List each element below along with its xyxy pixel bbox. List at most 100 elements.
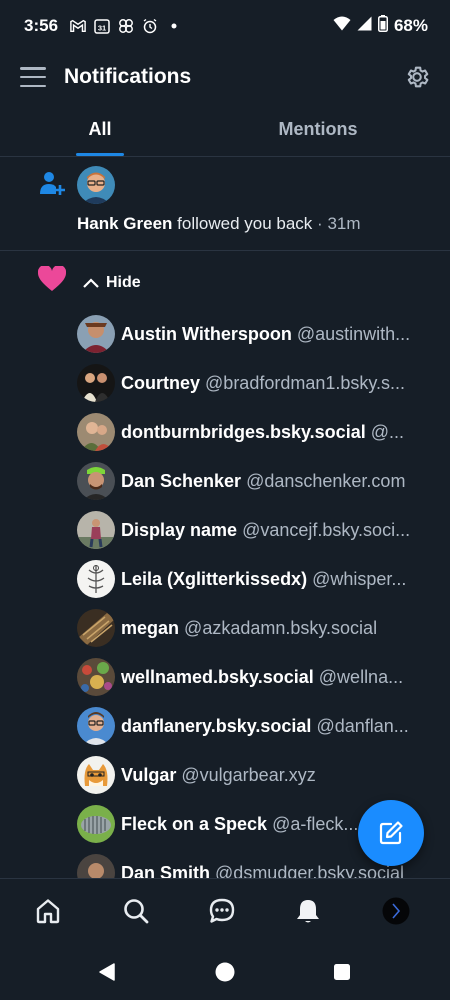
avatar: [77, 805, 115, 843]
user-handle: @danflan...: [316, 715, 409, 736]
avatar: [77, 413, 115, 451]
list-item[interactable]: Dan Schenker @danschenker.com: [77, 461, 437, 501]
status-bar: 3:56 31 68%: [0, 0, 450, 52]
page-title: Notifications: [64, 65, 192, 88]
list-item[interactable]: Austin Witherspoon @austinwith...: [77, 314, 437, 354]
home-button[interactable]: [211, 958, 239, 986]
user-name: Vulgar: [121, 764, 177, 785]
list-item[interactable]: Courtney @bradfordman1.bsky.s...: [77, 363, 437, 403]
tab-mentions[interactable]: Mentions: [200, 102, 436, 156]
user-handle: @danschenker.com: [246, 470, 406, 491]
user-name: dontburnbridges.bsky.social: [121, 421, 366, 442]
follow-notification[interactable]: [0, 156, 450, 251]
user-handle: @bradfordman1.bsky.s...: [205, 372, 406, 393]
follower-name[interactable]: Hank Green: [77, 214, 172, 233]
user-handle: @whisper...: [312, 568, 407, 589]
compose-button[interactable]: [358, 800, 424, 866]
nav-notifications[interactable]: [292, 895, 324, 927]
list-item[interactable]: Vulgar @vulgarbear.xyz: [77, 755, 437, 795]
user-handle: @azkadamn.bsky.social: [184, 617, 378, 638]
avatar: [382, 897, 410, 925]
user-name: wellnamed.bsky.social: [121, 666, 314, 687]
user-name: Courtney: [121, 372, 201, 393]
user-name: Fleck on a Speck: [121, 813, 268, 834]
user-name: megan: [121, 617, 180, 638]
tab-mentions-label: Mentions: [278, 118, 358, 139]
alarm-icon: [142, 18, 158, 34]
nav-search[interactable]: [120, 895, 152, 927]
nav-messages[interactable]: [206, 895, 238, 927]
calendar-icon: 31: [94, 18, 110, 34]
avatar: [77, 315, 115, 353]
list-item[interactable]: megan @azkadamn.bsky.social: [77, 608, 437, 648]
dot-icon: [166, 18, 182, 34]
recents-button[interactable]: [328, 958, 356, 986]
avatar: [77, 462, 115, 500]
hide-label: Hide: [106, 274, 141, 291]
user-name: Dan Smith: [121, 862, 211, 879]
svg-text:31: 31: [98, 24, 106, 33]
user-name: Leila (Xglitterkissedx): [121, 568, 308, 589]
avatar: [77, 609, 115, 647]
gear-icon[interactable]: [404, 64, 430, 90]
back-button[interactable]: [93, 958, 121, 986]
likers-list: Austin Witherspoon @austinwith... Courtn…: [0, 308, 450, 878]
user-name: Dan Schenker: [121, 470, 242, 491]
bottom-nav: [0, 878, 450, 945]
list-item[interactable]: wellnamed.bsky.social @wellna...: [77, 657, 437, 697]
user-handle: @dsmudger.bsky.social: [215, 862, 405, 879]
battery-icon: [377, 15, 388, 37]
system-nav-bar: [0, 944, 450, 1000]
compose-icon: [379, 821, 403, 845]
signal-icon: [357, 16, 372, 36]
avatar: [77, 756, 115, 794]
pinwheel-icon: [118, 18, 134, 34]
gmail-icon: [70, 18, 86, 34]
tab-all[interactable]: All: [0, 102, 200, 156]
follow-action: followed you back: [177, 214, 313, 233]
follow-text: Hank Green followed you back · 31m: [77, 214, 361, 234]
nav-profile[interactable]: [380, 895, 412, 927]
menu-icon[interactable]: [20, 67, 46, 87]
avatar: [77, 854, 115, 878]
avatar[interactable]: [77, 166, 115, 204]
user-handle: @wellna...: [318, 666, 404, 687]
avatar: [77, 364, 115, 402]
avatar: [77, 658, 115, 696]
follow-separator: ·: [317, 214, 323, 233]
user-name: danflanery.bsky.social: [121, 715, 312, 736]
list-item[interactable]: Leila (Xglitterkissedx) @whisper...: [77, 559, 437, 599]
user-handle: @vancejf.bsky.soci...: [242, 519, 411, 540]
user-name: Austin Witherspoon: [121, 323, 292, 344]
wifi-icon: [333, 16, 351, 36]
avatar: [77, 707, 115, 745]
heart-icon: [38, 266, 66, 291]
list-item[interactable]: Display name @vancejf.bsky.soci...: [77, 510, 437, 550]
status-time: 3:56: [24, 16, 59, 35]
nav-home[interactable]: [32, 895, 64, 927]
home-circle-icon: [215, 962, 235, 982]
user-handle: @vulgarbear.xyz: [181, 764, 316, 785]
chevron-up-icon: [83, 278, 99, 288]
home-icon: [36, 899, 60, 924]
bell-icon: [297, 900, 319, 923]
battery-percent: 68%: [393, 16, 428, 35]
person-add-icon: [40, 172, 65, 195]
tab-all-label: All: [88, 118, 112, 139]
list-item[interactable]: danflanery.bsky.social @danflan...: [77, 706, 437, 746]
avatar: [77, 511, 115, 549]
user-handle: @a-fleck...: [272, 813, 359, 834]
search-icon: [124, 899, 149, 924]
avatar: [77, 560, 115, 598]
back-icon: [99, 963, 115, 981]
recents-icon: [334, 964, 350, 980]
tab-bar: All Mentions: [0, 102, 450, 157]
user-handle: @...: [370, 421, 405, 442]
chat-icon: [209, 898, 235, 923]
follow-time: 31m: [327, 214, 361, 233]
user-name: Display name: [121, 519, 238, 540]
header: Notifications: [0, 52, 450, 102]
list-item[interactable]: dontburnbridges.bsky.social @...: [77, 412, 437, 452]
hide-toggle[interactable]: Hide: [82, 274, 141, 292]
user-handle: @austinwith...: [296, 323, 411, 344]
